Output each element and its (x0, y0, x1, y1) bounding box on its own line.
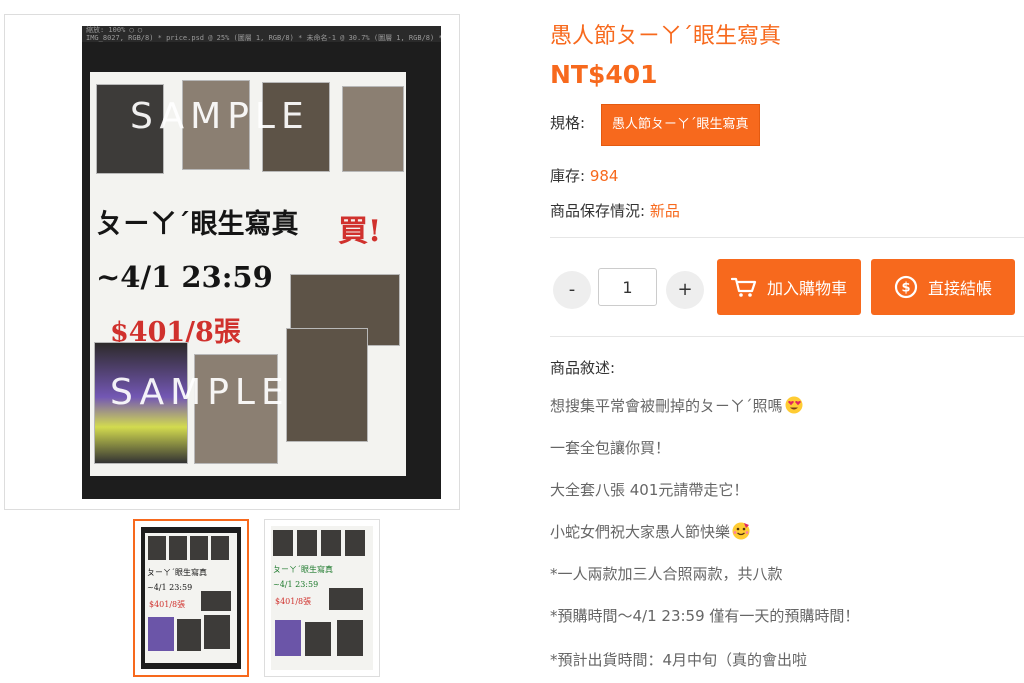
poster-title: ㄆㄧㄚˊ眼生寫真 (96, 209, 299, 240)
description-line: 一套全包讓你買！ (550, 439, 671, 457)
thumbnail-photo (204, 615, 230, 649)
thumbnail-photo (329, 588, 363, 610)
poster: SAMPLE ㄆㄧㄚˊ眼生寫真 買! ~4/1 23:59 $401/8張 SA… (90, 72, 406, 476)
thumbnail-photo (305, 622, 331, 656)
description-line: *預購時間～4/1 23:59 僅有一天的預購時間！ (550, 607, 860, 625)
thumbnail-image: ㄆㄧㄚˊ眼生寫真 ~4/1 23:59 $401/8張 (271, 526, 373, 670)
photo-editor-header: 縮放: 100% ◯ ◯ IMG_8027, RGB/8) * price.ps… (82, 26, 441, 42)
condition-value: 新品 (649, 202, 680, 220)
thumbnail-photo (273, 530, 293, 556)
description-line: 大全套八張 401元請帶走它！ (550, 481, 749, 499)
quantity-plus-button[interactable]: + (666, 271, 704, 309)
thumbnail-photo (275, 620, 301, 656)
buy-now-label: 直接結帳 (927, 279, 992, 298)
thumbnail-date: ~4/1 23:59 (273, 580, 319, 589)
party-face-emoji (732, 522, 750, 540)
quantity-minus-button[interactable]: - (553, 271, 591, 309)
condition-row: 商品保存情況: 新品 (550, 200, 680, 221)
thumbnail-price: $401/8張 (149, 600, 186, 609)
spec-label: 規格: (550, 114, 586, 132)
stock-label: 庫存: (550, 167, 586, 185)
thumbnail-photo (169, 536, 187, 560)
description-line: 小蛇女們祝大家愚人節快樂 (550, 521, 750, 542)
description-text: 想搜集平常會被刪掉的ㄆㄧㄚˊ照嗎 (550, 397, 783, 415)
thumbnail-title: ㄆㄧㄚˊ眼生寫真 (147, 568, 207, 577)
poster-watermark: SAMPLE (130, 96, 310, 137)
thumbnail-image: ㄆㄧㄚˊ眼生寫真 ~4/1 23:59 $401/8張 (141, 527, 241, 669)
product-title: 愚人節ㄆㄧㄚˊ眼生寫真 (550, 24, 782, 49)
gallery-thumbnail-1[interactable]: ㄆㄧㄚˊ眼生寫真 ~4/1 23:59 $401/8張 (133, 519, 249, 677)
thumbnail-date: ~4/1 23:59 (147, 583, 193, 592)
poster-watermark: SAMPLE (110, 372, 290, 413)
stock-row: 庫存: 984 (550, 165, 618, 186)
spec-option-button[interactable]: 愚人節ㄆㄧㄚˊ眼生寫真 (601, 104, 760, 146)
thumbnail-title: ㄆㄧㄚˊ眼生寫真 (273, 565, 333, 574)
add-to-cart-button[interactable]: 加入購物車 (717, 259, 861, 315)
add-to-cart-label: 加入購物車 (766, 279, 847, 298)
condition-label: 商品保存情況: (550, 202, 646, 220)
poster-buy: 買! (338, 214, 382, 249)
stock-value: 984 (589, 167, 619, 185)
thumbnail-photo (177, 619, 201, 651)
poster-photo (342, 86, 404, 172)
heart-eyes-emoji (785, 396, 803, 414)
thumbnail-price: $401/8張 (275, 597, 312, 606)
thumbnail-photo (321, 530, 341, 556)
thumbnail-photo (211, 536, 229, 560)
thumbnail-photo (148, 536, 166, 560)
description-line: *一人兩款加三人合照兩款，共八款 (550, 565, 783, 583)
main-product-photo: 縮放: 100% ◯ ◯ IMG_8027, RGB/8) * price.ps… (82, 26, 441, 499)
divider (550, 237, 1024, 238)
buy-now-button[interactable]: $ 直接結帳 (871, 259, 1015, 315)
thumbnail-poster: ㄆㄧㄚˊ眼生寫真 ~4/1 23:59 $401/8張 (145, 533, 237, 663)
description-label: 商品敘述: (550, 359, 616, 377)
thumbnail-photo (201, 591, 231, 611)
divider (550, 336, 1024, 337)
thumbnail-photo (297, 530, 317, 556)
thumbnail-photo (148, 617, 174, 651)
poster-date: ~4/1 23:59 (96, 260, 273, 294)
cart-icon (730, 277, 757, 297)
thumbnail-photo (345, 530, 365, 556)
gallery-thumbnail-2[interactable]: ㄆㄧㄚˊ眼生寫真 ~4/1 23:59 $401/8張 (264, 519, 380, 677)
quantity-input[interactable] (598, 268, 657, 306)
dollar-coin-icon: $ (894, 275, 918, 299)
thumbnail-photo (190, 536, 208, 560)
description-text: 小蛇女們祝大家愚人節快樂 (550, 523, 731, 541)
product-price: NT$401 (550, 60, 658, 89)
svg-text:$: $ (901, 281, 910, 296)
main-product-image-frame[interactable]: 縮放: 100% ◯ ◯ IMG_8027, RGB/8) * price.ps… (4, 14, 460, 510)
description-line: *預計出貨時間：4月中旬（真的會出啦 (550, 651, 808, 669)
poster-photo (286, 328, 368, 442)
description-line: 想搜集平常會被刪掉的ㄆㄧㄚˊ照嗎 (550, 395, 803, 416)
thumbnail-photo (337, 620, 363, 656)
